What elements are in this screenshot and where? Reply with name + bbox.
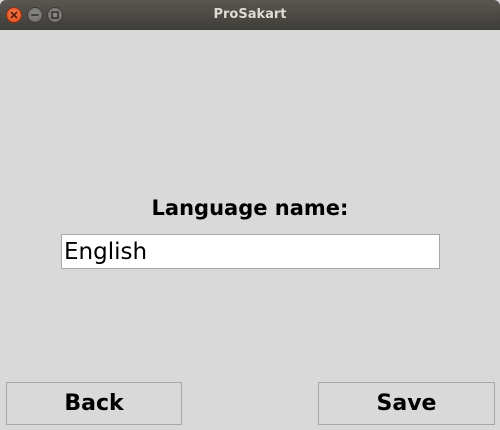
back-button[interactable]: Back: [6, 382, 182, 425]
app-window: ProSakart Language name: Back Save: [0, 0, 500, 430]
language-name-label: Language name:: [151, 196, 349, 220]
title-bar[interactable]: ProSakart: [0, 0, 500, 30]
language-name-input[interactable]: [61, 234, 440, 269]
save-button[interactable]: Save: [318, 382, 495, 425]
window-title: ProSakart: [213, 7, 287, 22]
